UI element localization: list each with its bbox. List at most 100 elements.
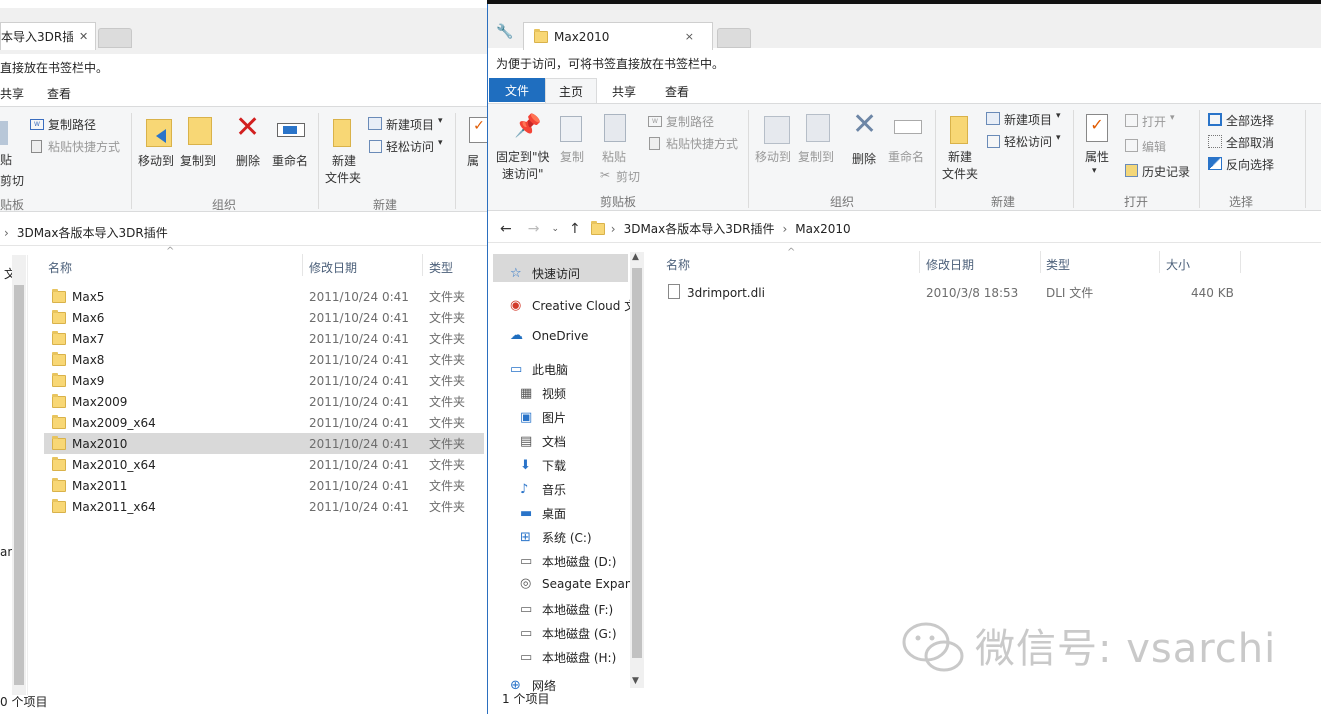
column-header-type[interactable]: 类型 bbox=[1046, 256, 1070, 273]
paste-shortcut-button[interactable]: 粘贴快捷方式 bbox=[48, 138, 120, 155]
column-header-name[interactable]: 名称 bbox=[48, 259, 72, 276]
tab-share[interactable]: 共享 bbox=[612, 83, 636, 100]
nav-item[interactable]: ♪ 音乐 bbox=[520, 481, 566, 498]
column-divider[interactable] bbox=[302, 254, 303, 276]
nav-item[interactable]: ▬ 桌面 bbox=[520, 505, 566, 522]
select-all-button[interactable]: 全部选择 bbox=[1226, 112, 1274, 129]
paste-shortcut-button[interactable]: 粘贴快捷方式 bbox=[666, 135, 738, 152]
up-arrow-icon[interactable]: ↑ bbox=[569, 221, 581, 237]
nav-item[interactable]: ⬇ 下载 bbox=[520, 457, 566, 474]
nav-item[interactable]: ◎ Seagate Expan bbox=[520, 577, 633, 592]
delete-button[interactable]: 删除 bbox=[236, 152, 260, 169]
nav-item[interactable]: ☆ 快速访问 bbox=[510, 265, 580, 282]
scrollbar-thumb[interactable] bbox=[632, 268, 642, 658]
tab-share[interactable]: 共享 bbox=[0, 85, 24, 102]
address-bar[interactable]: › 3DMax各版本导入3DR插件 bbox=[0, 220, 487, 246]
nav-item[interactable]: ☁ OneDrive bbox=[510, 329, 588, 344]
forward-arrow-icon[interactable]: → bbox=[528, 221, 540, 237]
table-row[interactable]: Max2010 2011/10/24 0:41 文件夹 bbox=[44, 433, 484, 454]
rename-button[interactable]: 重命名 bbox=[272, 152, 308, 169]
new-item-button[interactable]: 新建项目 bbox=[386, 116, 434, 133]
table-row[interactable]: Max7 2011/10/24 0:41 文件夹 bbox=[44, 328, 484, 349]
nav-item[interactable]: ▭ 本地磁盘 (F:) bbox=[520, 601, 613, 618]
nav-item[interactable]: ◉ Creative Cloud 文 bbox=[510, 297, 636, 314]
table-row[interactable]: Max2010_x64 2011/10/24 0:41 文件夹 bbox=[44, 454, 484, 475]
tab-file[interactable]: 文件 bbox=[489, 78, 545, 102]
column-header-date[interactable]: 修改日期 bbox=[926, 256, 974, 273]
breadcrumb-item[interactable]: 3DMax各版本导入3DR插件 bbox=[624, 220, 775, 237]
new-tab-button[interactable] bbox=[98, 28, 132, 48]
new-folder-button[interactable]: 新建 bbox=[332, 152, 356, 169]
wrench-icon[interactable]: 🔧 bbox=[496, 24, 513, 40]
breadcrumb-item[interactable]: Max2010 bbox=[795, 222, 850, 236]
tab-view[interactable]: 查看 bbox=[665, 83, 689, 100]
pin-quick-access-button[interactable]: 固定到"快 bbox=[496, 148, 550, 165]
table-row[interactable]: Max2009_x64 2011/10/24 0:41 文件夹 bbox=[44, 412, 484, 433]
copy-to-button[interactable]: 复制到 bbox=[180, 152, 216, 169]
close-icon[interactable]: × bbox=[685, 30, 694, 43]
invert-selection-button[interactable]: 反向选择 bbox=[1226, 156, 1274, 173]
nav-item[interactable]: ▭ 此电脑 bbox=[510, 361, 568, 378]
edit-button[interactable]: 编辑 bbox=[1142, 138, 1166, 155]
nav-item[interactable]: ▭ 本地磁盘 (D:) bbox=[520, 553, 616, 570]
tab-current[interactable]: 本导入3DR插 ✕ bbox=[0, 22, 96, 50]
back-arrow-icon[interactable]: ← bbox=[500, 221, 512, 237]
copy-to-button[interactable]: 复制到 bbox=[798, 148, 834, 165]
new-item-button[interactable]: 新建项目 bbox=[1004, 111, 1052, 128]
pin-quick-access-button-line2[interactable]: 速访问" bbox=[502, 165, 544, 182]
address-bar[interactable]: ← → ⌄ ↑ › 3DMax各版本导入3DR插件 › Max2010 bbox=[488, 215, 1321, 243]
nav-item[interactable]: ▦ 视频 bbox=[520, 385, 566, 402]
nav-item[interactable]: ⊞ 系统 (C:) bbox=[520, 529, 592, 546]
delete-button[interactable]: 删除 bbox=[852, 150, 876, 167]
column-divider[interactable] bbox=[1159, 251, 1160, 273]
new-tab-button[interactable] bbox=[717, 28, 751, 48]
cut-button[interactable]: 剪切 bbox=[616, 168, 640, 185]
explorer-window-background[interactable]: 本导入3DR插 ✕ 直接放在书签栏中。 共享 查看 贴 剪切 W 复制路径 粘贴… bbox=[0, 0, 487, 714]
column-header-type[interactable]: 类型 bbox=[429, 259, 453, 276]
copy-button[interactable]: 复制 bbox=[560, 148, 584, 165]
new-folder-button-line2[interactable]: 文件夹 bbox=[325, 169, 361, 186]
scroll-up-icon[interactable]: ▲ bbox=[632, 252, 639, 262]
table-row[interactable]: Max9 2011/10/24 0:41 文件夹 bbox=[44, 370, 484, 391]
cut-button[interactable]: 剪切 bbox=[0, 172, 24, 189]
open-button[interactable]: 打开 bbox=[1142, 113, 1166, 130]
select-none-button[interactable]: 全部取消 bbox=[1226, 134, 1274, 151]
properties-button[interactable]: 属 bbox=[467, 152, 479, 169]
paste-label[interactable]: 贴 bbox=[0, 151, 12, 168]
column-divider[interactable] bbox=[1240, 251, 1241, 273]
column-divider[interactable] bbox=[1040, 251, 1041, 273]
table-row[interactable]: Max2011_x64 2011/10/24 0:41 文件夹 bbox=[44, 496, 484, 517]
move-to-button[interactable]: 移动到 bbox=[138, 152, 174, 169]
close-icon[interactable]: ✕ bbox=[79, 30, 88, 43]
recent-locations-icon[interactable]: ⌄ bbox=[551, 224, 559, 234]
table-row[interactable]: Max2011 2011/10/24 0:41 文件夹 bbox=[44, 475, 484, 496]
scrollbar-thumb[interactable] bbox=[14, 285, 24, 685]
column-divider[interactable] bbox=[422, 254, 423, 276]
tab-home[interactable]: 主页 bbox=[545, 78, 597, 103]
table-row[interactable]: Max6 2011/10/24 0:41 文件夹 bbox=[44, 307, 484, 328]
copy-path-button[interactable]: 复制路径 bbox=[666, 113, 714, 130]
table-row[interactable]: Max8 2011/10/24 0:41 文件夹 bbox=[44, 349, 484, 370]
breadcrumb-item[interactable]: 3DMax各版本导入3DR插件 bbox=[17, 224, 168, 241]
easy-access-button[interactable]: 轻松访问 bbox=[386, 138, 434, 155]
column-header-date[interactable]: 修改日期 bbox=[309, 259, 357, 276]
nav-item[interactable]: ▤ 文档 bbox=[520, 433, 566, 450]
table-row[interactable]: 3drimport.dli 2010/3/8 18:53 DLI 文件 440 … bbox=[666, 282, 1256, 303]
table-row[interactable]: Max2009 2011/10/24 0:41 文件夹 bbox=[44, 391, 484, 412]
nav-scrollbar[interactable] bbox=[12, 255, 26, 695]
table-row[interactable]: Max5 2011/10/24 0:41 文件夹 bbox=[44, 286, 484, 307]
nav-item[interactable]: ▣ 图片 bbox=[520, 409, 566, 426]
paste-button[interactable]: 粘贴 bbox=[602, 148, 626, 165]
column-header-size[interactable]: 大小 bbox=[1166, 256, 1190, 273]
explorer-window-foreground[interactable]: 🔧 Max2010 × 为便于访问，可将书签直接放在书签栏中。 文件 主页 共享… bbox=[487, 4, 1321, 714]
new-folder-button[interactable]: 新建 bbox=[948, 148, 972, 165]
properties-button[interactable]: 属性 bbox=[1085, 148, 1109, 165]
tab-current[interactable]: Max2010 × bbox=[523, 22, 713, 50]
history-button[interactable]: 历史记录 bbox=[1142, 163, 1190, 180]
tab-view[interactable]: 查看 bbox=[47, 85, 71, 102]
scroll-down-icon[interactable]: ▼ bbox=[632, 676, 639, 686]
nav-scrollbar[interactable]: ▲ ▼ bbox=[630, 252, 644, 688]
column-divider[interactable] bbox=[919, 251, 920, 273]
new-folder-button-line2[interactable]: 文件夹 bbox=[942, 165, 978, 182]
copy-path-button[interactable]: 复制路径 bbox=[48, 116, 96, 133]
